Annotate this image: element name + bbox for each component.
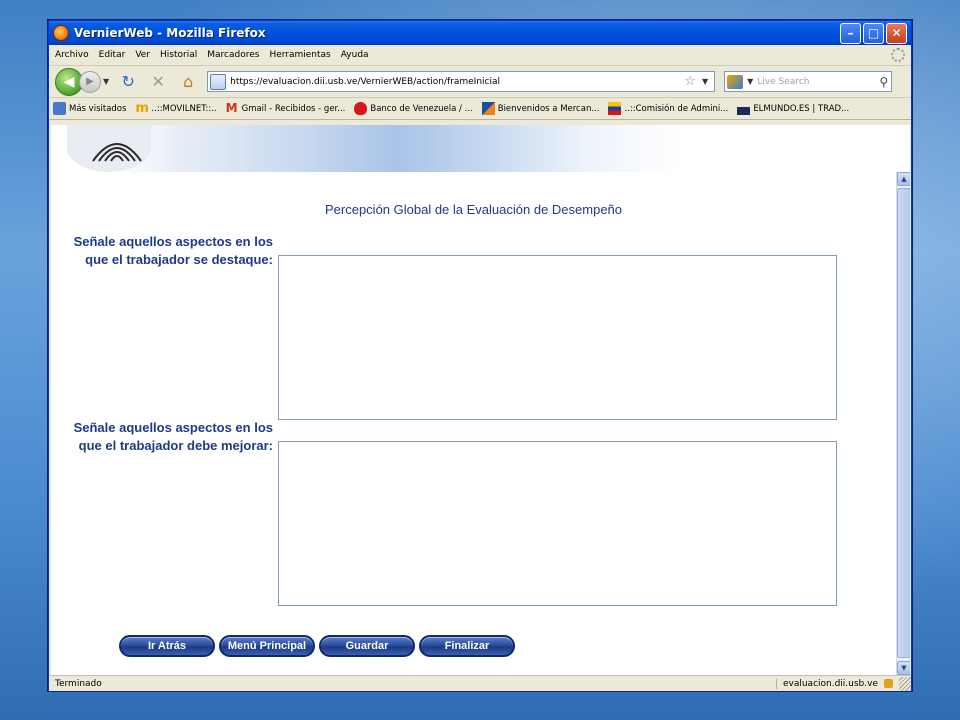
url-text[interactable]: https://evaluacion.dii.usb.ve/VernierWEB… [230,77,684,87]
bookmark-label: Gmail - Recibidos - ger... [241,103,346,114]
live-search-icon[interactable] [727,74,744,89]
menu-archivo[interactable]: Archivo [55,50,89,60]
status-domain: evaluacion.dii.usb.ve [775,678,899,689]
home-icon[interactable]: ⌂ [177,71,199,93]
vertical-scrollbar[interactable]: ▲ ▼ [896,172,910,675]
search-icon[interactable]: ⚲ [879,75,888,89]
menu-ver[interactable]: Ver [135,50,150,60]
title-bar[interactable]: VernierWeb - Mozilla Firefox – □ ✕ [49,21,911,45]
university-logo-icon [92,143,142,162]
save-button[interactable]: Guardar [319,635,415,657]
page-content: Percepción Global de la Evaluación de De… [51,125,910,675]
bookmark-most-visited[interactable]: Más visitados [53,102,126,115]
scroll-down-button[interactable]: ▼ [897,661,910,675]
scroll-up-button[interactable]: ▲ [897,172,910,186]
venezuela-flag-icon [608,102,622,115]
browser-window: VernierWeb - Mozilla Firefox – □ ✕ Archi… [48,20,912,691]
reload-icon[interactable]: ↻ [117,71,139,93]
site-identity-icon[interactable] [210,73,227,90]
bookmark-banco[interactable]: Banco de Venezuela / ... [354,102,473,115]
improvements-textarea[interactable] [278,441,837,606]
elmundo-icon [737,102,751,115]
scroll-thumb[interactable] [897,188,910,658]
menu-herramientas[interactable]: Herramientas [269,50,330,60]
window-title: VernierWeb - Mozilla Firefox [74,26,266,40]
throbber-icon [891,48,905,62]
bookmark-movilnet[interactable]: m ..::MOVILNET::.. [135,102,216,115]
gmail-icon: M [225,101,238,115]
q1-label-line2: que el trabajador se destaque: [85,252,273,267]
status-domain-text: evaluacion.dii.usb.ve [782,678,878,689]
forward-button[interactable]: ▶ [79,70,101,93]
menu-historial[interactable]: Historial [160,50,197,60]
bookmarks-toolbar: Más visitados m ..::MOVILNET::.. M Gmail… [49,98,911,120]
action-buttons: Ir Atrás Menú Principal Guardar Finaliza… [119,635,519,657]
q1-label: Señale aquellos aspectos en los que el t… [61,233,273,269]
lock-icon[interactable] [884,679,893,688]
movilnet-icon: m [135,101,149,116]
usb-logo [67,125,151,172]
menu-editar[interactable]: Editar [99,50,126,60]
finish-button[interactable]: Finalizar [419,635,515,657]
maximize-button[interactable]: □ [863,22,884,44]
stop-icon[interactable]: ✕ [147,71,169,93]
bookmark-comision[interactable]: ..::Comisión de Admini... [608,102,728,115]
q2-label: Señale aquellos aspectos en los que el t… [61,419,273,455]
back-page-button[interactable]: Ir Atrás [119,635,215,657]
back-arrow-icon: ◀ [63,73,75,90]
menu-bar: Archivo Editar Ver Historial Marcadores … [49,45,911,66]
close-button[interactable]: ✕ [886,22,907,44]
page-title: Percepción Global de la Evaluación de De… [324,202,623,217]
bookmark-label: Más visitados [69,103,127,114]
strengths-textarea[interactable] [278,255,837,420]
search-placeholder[interactable]: Live Search [757,77,879,87]
search-engine-dropdown-icon[interactable]: ▼ [747,77,753,86]
menu-marcadores[interactable]: Marcadores [207,50,259,60]
minimize-button[interactable]: – [840,22,861,44]
forward-arrow-icon: ▶ [86,76,94,87]
history-dropdown-icon[interactable]: ▼ [103,77,109,86]
mercantil-icon [481,102,495,115]
bookmark-label: ..::MOVILNET::.. [151,103,217,114]
bookmark-label: Banco de Venezuela / ... [370,103,473,114]
bookmark-label: Bienvenidos a Mercan... [497,103,600,114]
banco-icon [354,102,368,115]
url-dropdown-icon[interactable]: ▼ [702,77,708,86]
main-menu-button[interactable]: Menú Principal [219,635,315,657]
bookmark-label: ..::Comisión de Admini... [624,103,729,114]
firefox-icon [53,25,69,41]
bookmark-gmail[interactable]: M Gmail - Recibidos - ger... [226,102,346,115]
bookmark-label: ELMUNDO.ES | TRAD... [753,103,850,114]
bookmark-star-icon[interactable]: ☆ [684,74,696,89]
status-text: Terminado [55,678,102,689]
menu-ayuda[interactable]: Ayuda [341,50,369,60]
most-visited-icon [53,102,66,115]
bookmark-mercantil[interactable]: Bienvenidos a Mercan... [481,102,600,115]
q2-label-line2: que el trabajador debe mejorar: [78,438,273,453]
header-banner [51,125,681,172]
q1-label-line1: Señale aquellos aspectos en los [73,234,273,249]
navigation-toolbar: ◀ ▶ ▼ ↻ ✕ ⌂ https://evaluacion.dii.usb.v… [49,66,911,98]
url-bar[interactable]: https://evaluacion.dii.usb.ve/VernierWEB… [207,71,716,92]
status-bar: Terminado evaluacion.dii.usb.ve [49,675,911,691]
bookmark-elmundo[interactable]: ELMUNDO.ES | TRAD... [737,102,849,115]
search-bar[interactable]: ▼ Live Search ⚲ [724,71,893,92]
resize-grip-icon[interactable] [899,676,911,691]
q2-label-line1: Señale aquellos aspectos en los [73,420,273,435]
